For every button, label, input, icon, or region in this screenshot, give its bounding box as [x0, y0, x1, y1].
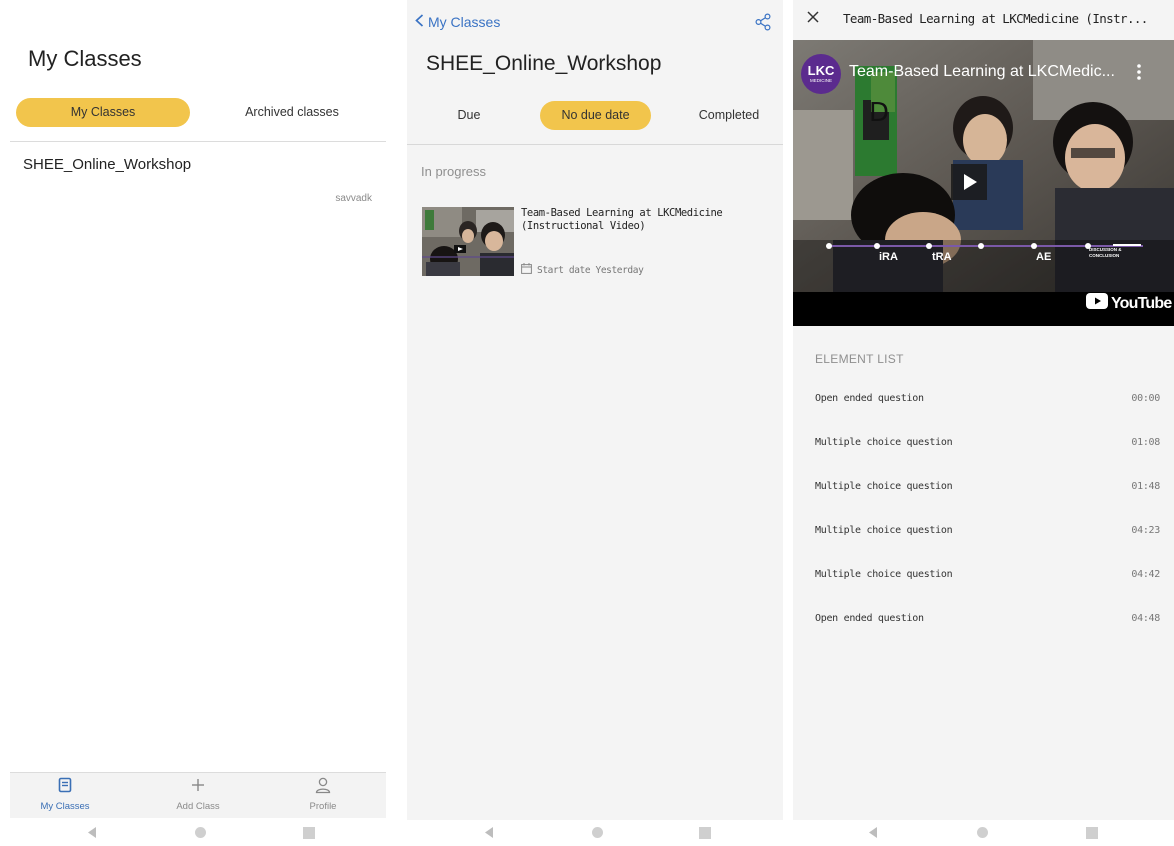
system-nav-bar: [793, 820, 1174, 846]
tab-no-due-date[interactable]: No due date: [540, 101, 651, 130]
element-name: Multiple choice question: [815, 437, 953, 448]
youtube-logo[interactable]: YouTube: [1086, 293, 1172, 314]
activity-player-screen: Team-Based Learning at LKCMedicine (Inst…: [793, 0, 1174, 846]
element-list-item[interactable]: Open ended question 00:00: [815, 393, 1160, 409]
recents-square-icon[interactable]: [1086, 826, 1098, 844]
back-link[interactable]: My Classes: [415, 14, 500, 30]
video-player[interactable]: LKC MEDICINE Team-Based Learning at LKCM…: [793, 40, 1174, 326]
nav-profile[interactable]: Profile: [268, 777, 378, 812]
element-name: Multiple choice question: [815, 525, 953, 536]
share-icon[interactable]: [755, 13, 771, 36]
element-timestamp: 01:08: [1131, 437, 1160, 448]
element-timestamp: 00:00: [1131, 393, 1160, 404]
tab-due[interactable]: Due: [431, 101, 507, 130]
back-triangle-icon[interactable]: [867, 826, 879, 844]
class-detail-screen: My Classes SHEE_Online_Workshop Due No d…: [407, 0, 783, 846]
profile-icon: [268, 777, 378, 799]
my-classes-screen: My Classes My Classes Archived classes S…: [0, 0, 386, 846]
element-timestamp: 04:48: [1131, 613, 1160, 624]
more-options-icon[interactable]: [1137, 64, 1141, 85]
tab-completed[interactable]: Completed: [680, 101, 778, 130]
channel-logo[interactable]: LKC MEDICINE: [801, 54, 841, 94]
calendar-icon: [521, 263, 532, 277]
book-icon: [10, 777, 120, 799]
element-list-item[interactable]: Multiple choice question 04:23: [815, 525, 1160, 541]
home-circle-icon[interactable]: [194, 826, 207, 844]
element-name: Open ended question: [815, 613, 924, 624]
activity-title[interactable]: Team-Based Learning at LKCMedicine (Inst…: [521, 207, 761, 233]
back-triangle-icon[interactable]: [483, 826, 495, 844]
board-letter: D: [869, 98, 890, 128]
tab-archived-classes[interactable]: Archived classes: [210, 98, 374, 127]
bottom-navigation: My Classes Add Class Profile: [10, 772, 386, 818]
element-list-item[interactable]: Multiple choice question 01:08: [815, 437, 1160, 453]
nav-label: Add Class: [176, 801, 220, 812]
nav-label: Profile: [309, 801, 337, 812]
back-triangle-icon[interactable]: [86, 826, 98, 844]
home-circle-icon[interactable]: [591, 826, 604, 844]
element-timestamp: 04:23: [1131, 525, 1160, 536]
class-item-owner: savvadk: [335, 193, 372, 204]
element-list-item[interactable]: Multiple choice question 01:48: [815, 481, 1160, 497]
element-list-item[interactable]: Multiple choice question 04:42: [815, 569, 1160, 585]
back-label: My Classes: [428, 14, 501, 30]
channel-logo-text: LKC: [807, 63, 835, 78]
section-label-in-progress: In progress: [421, 164, 487, 179]
activity-start-date: Start date Yesterday: [521, 263, 644, 277]
start-date-text: Start date Yesterday: [537, 264, 644, 276]
stage-label-ira: iRA: [879, 251, 898, 263]
player-header: Team-Based Learning at LKCMedicine (Inst…: [793, 0, 1174, 40]
video-title[interactable]: Team-Based Learning at LKCMedic...: [849, 63, 1115, 81]
chevron-left-icon: [415, 14, 424, 30]
class-title: SHEE_Online_Workshop: [426, 52, 662, 75]
nav-label: My Classes: [40, 801, 90, 812]
stage-label-tra: tRA: [932, 251, 952, 263]
element-timestamp: 01:48: [1131, 481, 1160, 492]
element-name: Open ended question: [815, 393, 924, 404]
activity-thumbnail[interactable]: [422, 207, 514, 276]
system-nav-bar: [0, 820, 386, 846]
nav-my-classes[interactable]: My Classes: [10, 777, 120, 812]
player-title: Team-Based Learning at LKCMedicine (Inst…: [843, 11, 1148, 26]
element-list-item[interactable]: Open ended question 04:48: [815, 613, 1160, 629]
page-title: My Classes: [28, 46, 142, 71]
nav-add-class[interactable]: Add Class: [143, 777, 253, 812]
recents-square-icon[interactable]: [303, 826, 315, 844]
plus-icon: [143, 777, 253, 799]
element-name: Multiple choice question: [815, 569, 953, 580]
element-list-heading: ELEMENT LIST: [815, 352, 904, 366]
system-nav-bar: [407, 820, 783, 846]
class-item-name[interactable]: SHEE_Online_Workshop: [23, 156, 191, 173]
stage-label-discussion: Discussion & Conclusion: [1089, 247, 1122, 258]
element-timestamp: 04:42: [1131, 569, 1160, 580]
divider: [10, 141, 386, 142]
close-icon[interactable]: [807, 10, 819, 28]
channel-logo-subtext: MEDICINE: [809, 78, 832, 83]
play-button-icon[interactable]: [951, 164, 987, 205]
recents-square-icon[interactable]: [699, 826, 711, 844]
home-circle-icon[interactable]: [976, 826, 989, 844]
divider: [407, 144, 783, 145]
stage-label-ae: AE: [1036, 251, 1052, 263]
tab-my-classes[interactable]: My Classes: [16, 98, 190, 127]
youtube-wordmark: YouTube: [1111, 294, 1172, 312]
element-name: Multiple choice question: [815, 481, 953, 492]
youtube-play-icon: [1086, 293, 1108, 314]
